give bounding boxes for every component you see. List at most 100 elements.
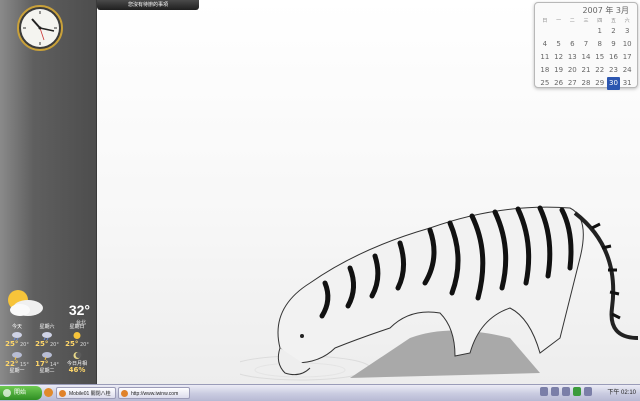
firefox-icon — [121, 390, 128, 397]
calendar-week: 11 12 13 14 15 16 17 — [538, 51, 634, 64]
weekday-header: 日 一 二 三 四 五 六 — [538, 17, 634, 25]
calendar-day[interactable]: 3 — [620, 25, 634, 38]
calendar-day[interactable]: 19 — [552, 64, 566, 77]
firefox-icon[interactable] — [44, 388, 53, 397]
sun-icon — [73, 332, 81, 339]
calendar-day[interactable]: 28 — [579, 77, 593, 90]
calendar-day[interactable]: 31 — [620, 77, 634, 90]
volume-icon[interactable] — [562, 387, 570, 396]
forecast-label: 星期六 — [39, 324, 55, 330]
forecast-low: 20° — [19, 342, 29, 348]
forecast-high: 17° — [35, 360, 49, 368]
forecast-day: 今天 25° 20° — [2, 324, 32, 348]
calendar-day — [565, 25, 579, 38]
forecast-low: 20° — [79, 342, 89, 348]
storm-icon — [12, 352, 22, 360]
sidebar: 32° 台北 今天 25° 20° 星期六 25° 20° 星期日 25° 20… — [0, 0, 97, 384]
calendar-week: 18 19 20 21 22 23 24 — [538, 64, 634, 77]
partly-cloudy-icon — [8, 290, 43, 316]
calendar-day[interactable]: 29 — [593, 77, 607, 90]
current-temperature: 32° — [68, 302, 90, 318]
calendar-day — [579, 25, 593, 38]
calendar-title: 2007 年 3月 — [582, 6, 629, 15]
rain-icon — [12, 332, 22, 340]
calendar-day[interactable]: 14 — [579, 51, 593, 64]
calendar-day[interactable]: 5 — [552, 38, 566, 51]
taskbar-clock[interactable]: 下午 02:10 — [607, 385, 636, 401]
keyboard-icon[interactable] — [584, 387, 592, 396]
calendar-day[interactable]: 7 — [579, 38, 593, 51]
calendar-day — [538, 25, 552, 38]
network-icon[interactable] — [540, 387, 548, 396]
calendar-day[interactable]: 27 — [565, 77, 579, 90]
calendar-day[interactable]: 21 — [579, 64, 593, 77]
moon-phase: 今日月相 46% — [62, 350, 92, 374]
calendar-day[interactable]: 26 — [552, 77, 566, 90]
calendar-day[interactable]: 10 — [620, 38, 634, 51]
clock-gadget[interactable] — [16, 4, 64, 52]
system-tray — [540, 387, 592, 396]
calendar-day[interactable]: 15 — [593, 51, 607, 64]
calendar-day[interactable]: 25 — [538, 77, 552, 90]
tiger-wallpaper — [240, 205, 639, 381]
forecast-label: 星期日 — [69, 324, 85, 330]
calendar-day[interactable]: 16 — [607, 51, 621, 64]
calendar-day[interactable]: 13 — [565, 51, 579, 64]
start-label: 開始 — [14, 390, 27, 396]
weather-gadget[interactable]: 32° 台北 今天 25° 20° 星期六 25° 20° 星期日 25° 20… — [2, 286, 94, 382]
taskbar-item[interactable]: http://www.iwinw.com — [118, 387, 190, 399]
calendar-weeks: 1 2 3 4 5 6 7 8 9 10 11 12 13 14 15 16 17 18 19 20 21 22 23 24 2… — [538, 25, 634, 90]
calendar-day[interactable]: 2 — [607, 25, 621, 38]
forecast-day: 17° 14° 星期二 — [32, 350, 62, 374]
calendar-day[interactable]: 24 — [620, 64, 634, 77]
forecast-high: 25° — [5, 340, 19, 348]
calendar-day[interactable]: 4 — [538, 38, 552, 51]
taskbar-item-label: http://www.iwinw.com — [131, 391, 179, 397]
forecast-label: 今天 — [11, 324, 22, 330]
calendar-day[interactable]: 17 — [620, 51, 634, 64]
weekday-label: 四 — [597, 18, 603, 24]
moon-icon — [73, 352, 82, 359]
calendar-day[interactable]: 22 — [593, 64, 607, 77]
quick-launch — [44, 388, 53, 397]
taskbar-item-label: Mobile01 關閉八桂 — [69, 391, 111, 397]
taskbar: 開始 Mobile01 關閉八桂 http://www.iwinw.com 下午… — [0, 384, 640, 401]
security-icon[interactable] — [573, 387, 581, 396]
calendar-week: 4 5 6 7 8 9 10 — [538, 38, 634, 51]
weekday-label: 六 — [624, 18, 630, 24]
rain-icon — [42, 332, 52, 340]
calendar-day[interactable]: 8 — [593, 38, 607, 51]
calendar-day[interactable]: 1 — [593, 25, 607, 38]
calendar-day[interactable]: 23 — [607, 64, 621, 77]
calendar-week: 25 26 27 28 29 30 31 — [538, 77, 634, 90]
calendar-day[interactable]: 6 — [565, 38, 579, 51]
calendar-day[interactable]: 20 — [565, 64, 579, 77]
start-button[interactable]: 開始 — [0, 386, 42, 400]
calendar-day[interactable]: 9 — [607, 38, 621, 51]
taskbar-item[interactable]: Mobile01 關閉八桂 — [56, 387, 116, 399]
monitor-icon[interactable] — [551, 387, 559, 396]
moon-phase-value: 46% — [68, 366, 86, 374]
weekday-label: 一 — [556, 18, 562, 24]
forecast-low: 20° — [49, 342, 59, 348]
forecast-day: 22° 15° 星期一 — [2, 350, 32, 374]
forecast-label: 星期二 — [39, 368, 55, 374]
calendar-grid: 日 一 二 三 四 五 六 1 2 3 4 5 6 7 8 9 10 11 12 13 14 15 16 17 1… — [538, 17, 634, 90]
forecast-day: 星期日 25° 20° — [62, 324, 92, 348]
forecast-high: 22° — [5, 360, 19, 368]
weekday-label: 三 — [583, 18, 589, 24]
weekday-label: 二 — [569, 18, 575, 24]
todo-notice[interactable]: 您沒有待辦的事項 — [97, 0, 199, 10]
calendar-week: 123 — [538, 25, 634, 38]
forecast-high: 25° — [35, 340, 49, 348]
calendar-day-today[interactable]: 30 — [606, 77, 621, 90]
calendar-day[interactable]: 11 — [538, 51, 552, 64]
desktop: 32° 台北 今天 25° 20° 星期六 25° 20° 星期日 25° 20… — [0, 0, 640, 384]
forecast-day: 星期六 25° 20° — [32, 324, 62, 348]
weekday-label: 日 — [542, 18, 548, 24]
forecast-label: 星期一 — [9, 368, 25, 374]
weekday-label: 五 — [610, 18, 616, 24]
calendar-gadget[interactable]: 2007 年 3月 日 一 二 三 四 五 六 1 2 3 4 5 6 7 8 9 10 11 12 1… — [534, 2, 638, 90]
calendar-day[interactable]: 12 — [552, 51, 566, 64]
calendar-day[interactable]: 18 — [538, 64, 552, 77]
